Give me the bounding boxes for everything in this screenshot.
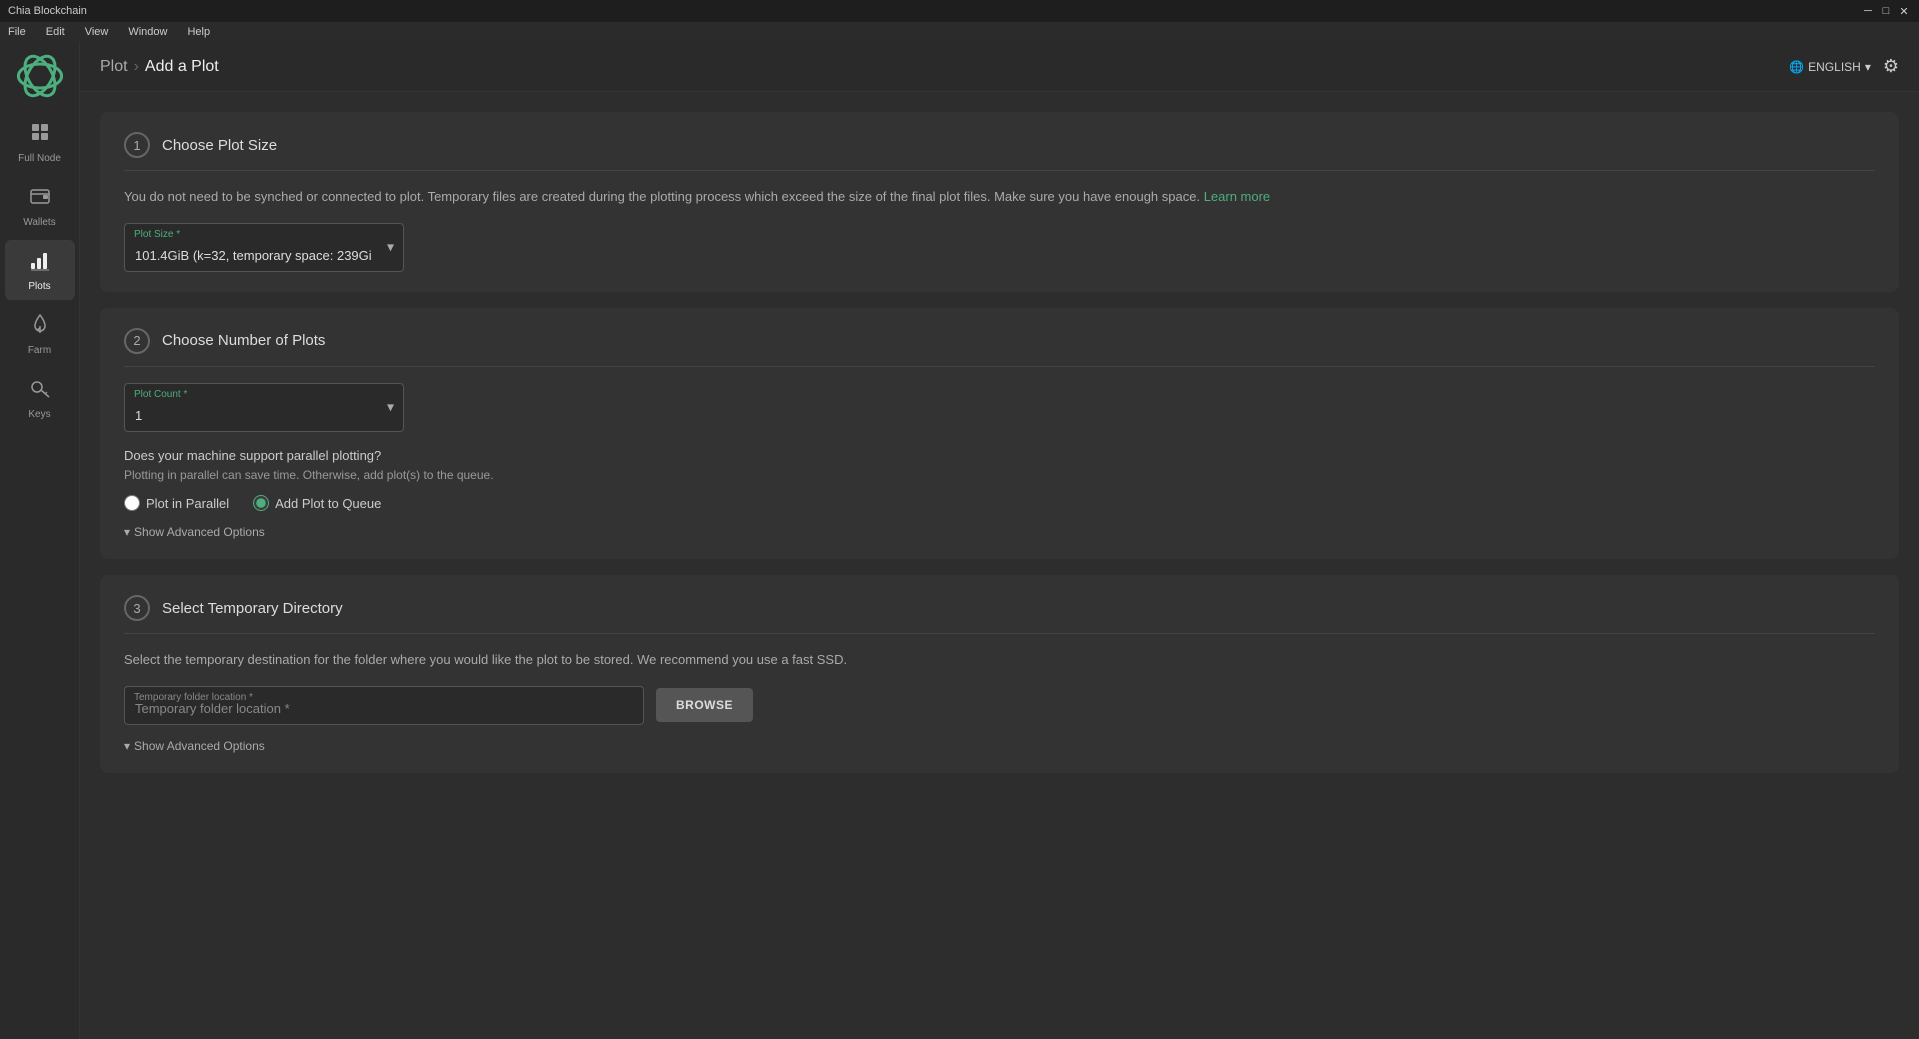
sidebar-label-wallets: Wallets	[23, 217, 55, 228]
section-temp-directory: 3 Select Temporary Directory Select the …	[100, 575, 1899, 773]
section-3-title: Select Temporary Directory	[162, 600, 343, 617]
section-2-title: Choose Number of Plots	[162, 332, 325, 349]
page-header: Plot › Add a Plot 🌐 ENGLISH ▾ ⚙	[80, 42, 1919, 92]
section-choose-plot-size: 1 Choose Plot Size You do not need to be…	[100, 112, 1899, 292]
language-selector[interactable]: 🌐 ENGLISH ▾	[1789, 60, 1871, 74]
learn-more-link[interactable]: Learn more	[1204, 189, 1270, 204]
sidebar-item-full-node[interactable]: Full Node	[5, 112, 75, 172]
sidebar-label-full-node: Full Node	[18, 153, 61, 164]
section-2-header: 2 Choose Number of Plots	[124, 328, 1875, 367]
section-1-header: 1 Choose Plot Size	[124, 132, 1875, 171]
section-1-info: You do not need to be synched or connect…	[124, 187, 1875, 207]
gear-icon: ⚙	[1883, 56, 1899, 76]
title-bar: Chia Blockchain ─ □ ✕	[0, 0, 1919, 22]
sidebar-item-farm[interactable]: Farm	[5, 304, 75, 364]
header-right: 🌐 ENGLISH ▾ ⚙	[1789, 56, 1899, 77]
menu-edit[interactable]: Edit	[42, 24, 69, 40]
add-to-queue-label: Add Plot to Queue	[275, 496, 381, 511]
breadcrumb-separator: ›	[134, 58, 139, 76]
globe-icon: 🌐	[1789, 60, 1804, 74]
radio-add-to-queue[interactable]: Add Plot to Queue	[253, 495, 381, 511]
menu-help[interactable]: Help	[183, 24, 214, 40]
queue-radio-input[interactable]	[253, 495, 269, 511]
minimize-button[interactable]: ─	[1861, 4, 1875, 18]
menu-window[interactable]: Window	[124, 24, 171, 40]
browse-button[interactable]: BROWSE	[656, 688, 753, 722]
advanced-options-label-3: Show Advanced Options	[134, 739, 265, 753]
menu-view[interactable]: View	[81, 24, 113, 40]
sidebar-label-keys: Keys	[28, 409, 50, 420]
section-3-number: 3	[124, 595, 150, 621]
advanced-chevron-icon-2: ▾	[124, 525, 130, 539]
menu-bar: File Edit View Window Help	[0, 22, 1919, 42]
sidebar-item-keys[interactable]: Keys	[5, 368, 75, 428]
language-chevron-icon: ▾	[1865, 60, 1871, 74]
keys-icon	[29, 377, 51, 405]
temp-dir-description: Select the temporary destination for the…	[124, 650, 1875, 670]
breadcrumb: Plot › Add a Plot	[100, 58, 219, 76]
radio-plot-in-parallel[interactable]: Plot in Parallel	[124, 495, 229, 511]
temp-dir-input-row: Temporary folder location * BROWSE	[124, 686, 1875, 725]
advanced-options-toggle-3[interactable]: ▾ Show Advanced Options	[124, 739, 265, 753]
maximize-button[interactable]: □	[1879, 4, 1893, 18]
menu-file[interactable]: File	[4, 24, 30, 40]
parallel-hint: Plotting in parallel can save time. Othe…	[124, 467, 1875, 484]
breadcrumb-current: Add a Plot	[145, 58, 219, 76]
plot-count-label: Plot Count *	[134, 389, 187, 400]
wallets-icon	[29, 185, 51, 213]
window-controls: ─ □ ✕	[1861, 4, 1911, 18]
section-2-number: 2	[124, 328, 150, 354]
section-choose-number-plots: 2 Choose Number of Plots Plot Count * 1 …	[100, 308, 1899, 560]
advanced-options-toggle-2[interactable]: ▾ Show Advanced Options	[124, 525, 265, 539]
temp-folder-label: Temporary folder location *	[134, 692, 253, 703]
advanced-options-label-2: Show Advanced Options	[134, 525, 265, 539]
language-label: ENGLISH	[1808, 60, 1861, 74]
plots-icon	[29, 249, 51, 277]
radio-group: Plot in Parallel Add Plot to Queue	[124, 495, 1875, 511]
section-1-title: Choose Plot Size	[162, 137, 277, 154]
plot-in-parallel-label: Plot in Parallel	[146, 496, 229, 511]
advanced-chevron-icon-3: ▾	[124, 739, 130, 753]
settings-button[interactable]: ⚙	[1883, 56, 1899, 77]
chia-logo	[16, 52, 64, 100]
sidebar-label-farm: Farm	[28, 345, 51, 356]
parallel-question: Does your machine support parallel plott…	[124, 448, 1875, 463]
sidebar-item-wallets[interactable]: Wallets	[5, 176, 75, 236]
section-1-number: 1	[124, 132, 150, 158]
parallel-radio-input[interactable]	[124, 495, 140, 511]
plot-size-label: Plot Size *	[134, 229, 180, 240]
app-container: Full Node Wallets	[0, 42, 1919, 1039]
app-title: Chia Blockchain	[8, 5, 87, 17]
sidebar-item-plots[interactable]: Plots	[5, 240, 75, 300]
breadcrumb-parent[interactable]: Plot	[100, 58, 128, 76]
section-3-header: 3 Select Temporary Directory	[124, 595, 1875, 634]
sidebar-label-plots: Plots	[28, 281, 50, 292]
plot-count-field-group: Plot Count * 1 2 3 4 5 10 20 50 ▾	[124, 383, 404, 432]
close-button[interactable]: ✕	[1897, 4, 1911, 18]
plot-size-field-group: Plot Size * 101.4GiB (k=32, temporary sp…	[124, 223, 404, 272]
farm-icon	[29, 313, 51, 341]
temp-folder-input-wrapper: Temporary folder location *	[124, 686, 644, 725]
full-node-icon	[29, 121, 51, 149]
parallel-section: Does your machine support parallel plott…	[124, 448, 1875, 512]
main-content: 1 Choose Plot Size You do not need to be…	[80, 92, 1919, 1039]
sidebar: Full Node Wallets	[0, 42, 80, 1039]
